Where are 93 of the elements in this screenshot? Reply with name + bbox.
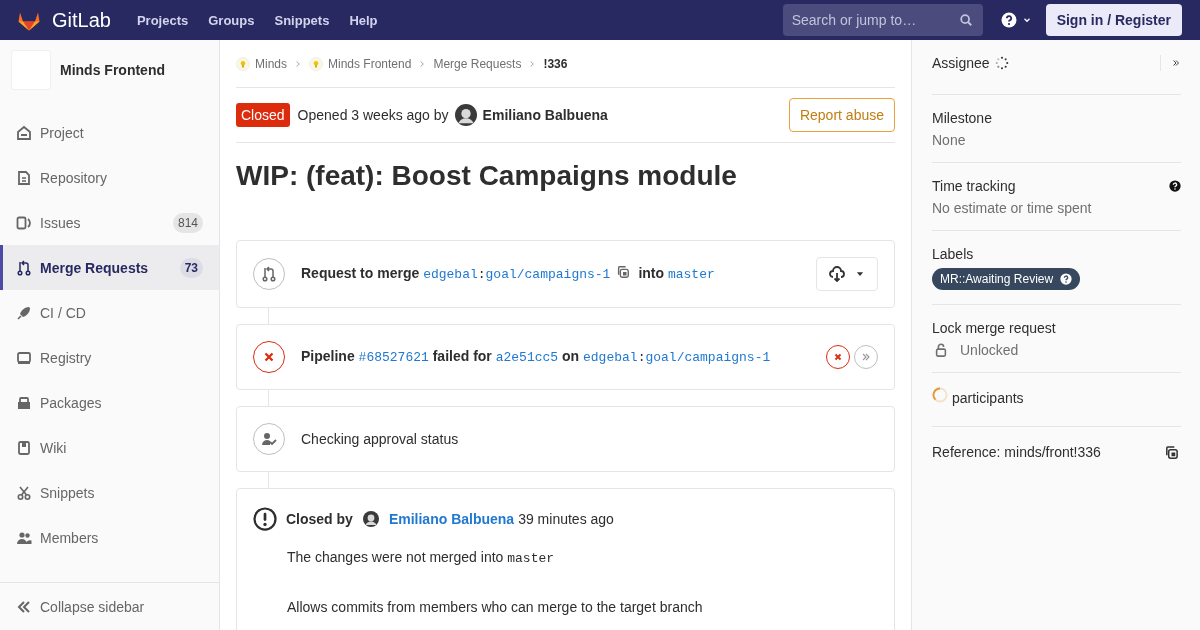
nav-link[interactable]: Groups (208, 12, 255, 28)
scissors-icon (16, 484, 32, 501)
nav-link[interactable]: Projects (136, 12, 189, 28)
help-icon (1060, 273, 1073, 285)
section-title: Time tracking (932, 178, 1016, 194)
pipeline-status-text: Pipeline #68527621 failed for a2e51cc5 on edgebal:goal/campaigns-1 (301, 347, 772, 367)
merge-request-icon (16, 259, 32, 276)
count-badge: 73 (179, 257, 203, 278)
sidebar-item[interactable]: Wiki (0, 425, 219, 470)
sidebar-item[interactable]: Members (0, 515, 219, 560)
breadcrumb-link[interactable]: Minds (255, 56, 287, 71)
help-icon[interactable] (1169, 180, 1181, 192)
note-detail: Allows commits from members who can merge to the target branch (287, 599, 704, 615)
rocket-icon (16, 304, 32, 321)
merge-request-title: WIP: (feat): Boost Campaigns module (236, 160, 738, 192)
cross-icon (833, 352, 843, 362)
section-title: Labels (932, 246, 974, 262)
section-value: No estimate or time spent (932, 200, 1093, 216)
group-avatar-icon (309, 56, 323, 71)
note-message: The changes were not merged into master (287, 548, 556, 568)
merge-info-text: Request to merge edgebal:goal/campaigns-1 into master (301, 264, 716, 284)
sidebar-item[interactable]: Issues 814 (0, 200, 219, 245)
participants-label: participants (952, 390, 1024, 406)
book-icon (16, 439, 32, 456)
download-dropdown-button[interactable] (816, 257, 878, 291)
code-link[interactable]: #68527621 (358, 350, 429, 365)
document-icon (16, 169, 32, 186)
group-avatar-icon (236, 56, 250, 71)
breadcrumb-current[interactable]: !336 (543, 56, 568, 71)
code-link[interactable]: master (667, 267, 715, 282)
status-badge: Closed (236, 103, 290, 127)
sidebar-item[interactable]: CI / CD (0, 290, 219, 335)
note-time: 39 minutes ago (518, 511, 614, 527)
gitlab-wordmark[interactable]: GitLab (52, 8, 111, 32)
count-badge: 814 (172, 212, 203, 233)
merge-branches-icon (261, 266, 277, 282)
double-chevron-left-icon (16, 598, 32, 615)
section-value: None (932, 132, 967, 148)
issues-icon (16, 214, 32, 231)
package-icon (16, 394, 32, 411)
breadcrumb-link[interactable]: Minds Frontend (328, 56, 412, 71)
sidebar-item[interactable]: Packages (0, 380, 219, 425)
section-title: Assignee (932, 55, 990, 71)
scoped-label[interactable]: MR::Awaiting Review (932, 268, 1081, 290)
closed-by-label: Closed by (286, 511, 353, 527)
approval-status-text: Checking approval status (301, 430, 460, 449)
code-link[interactable]: goal/campaigns-1 (645, 350, 771, 365)
pipeline-status-icon[interactable] (253, 341, 285, 373)
help-icon (1000, 12, 1017, 28)
avatar-silhouette-icon (362, 511, 379, 527)
sign-in-button[interactable]: Sign in / Register (1045, 4, 1182, 36)
report-abuse-button[interactable]: Report abuse (788, 98, 895, 132)
section-title: Lock merge request (932, 320, 1056, 336)
copy-icon[interactable] (1164, 444, 1179, 460)
lock-status: Unlocked (960, 342, 1019, 358)
section-title: Milestone (932, 110, 992, 126)
unlocked-padlock-icon (934, 343, 948, 357)
collapse-sidebar-button[interactable] (1160, 55, 1181, 71)
author-link[interactable]: Emiliano Balbuena (388, 511, 515, 527)
code-link[interactable]: goal/campaigns-1 (485, 267, 611, 282)
opened-text: Opened 3 weeks ago by (297, 107, 449, 123)
sidebar-item[interactable]: Registry (0, 335, 219, 380)
cross-icon (262, 350, 276, 364)
double-chevron-right-icon (1171, 58, 1181, 68)
code-link[interactable]: edgebal (583, 350, 638, 365)
monitor-icon (16, 349, 32, 366)
collapse-sidebar-button[interactable]: Collapse sidebar (0, 582, 219, 630)
avatar-silhouette-icon (454, 104, 477, 126)
reference-text: Reference: minds/front!336 (932, 444, 1101, 460)
stage-status-button[interactable] (826, 345, 850, 369)
exclamation-circle-icon (253, 507, 277, 531)
sidebar-item[interactable]: Repository (0, 155, 219, 200)
loading-spinner-icon (994, 56, 1009, 70)
project-name[interactable]: Minds Frontend (60, 62, 165, 78)
nav-link[interactable]: Snippets (274, 12, 330, 28)
nav-link[interactable]: Help (349, 12, 378, 28)
author-link[interactable]: Emiliano Balbuena (482, 107, 608, 123)
double-chevron-right-icon (860, 351, 872, 363)
cloud-download-icon (829, 266, 845, 282)
loading-spinner-icon (932, 387, 948, 403)
search-icon (958, 13, 973, 27)
home-icon (16, 124, 32, 141)
code-link[interactable]: a2e51cc5 (495, 350, 559, 365)
search-field[interactable]: Search or jump to… (782, 4, 983, 36)
sidebar-item[interactable]: Snippets (0, 470, 219, 515)
sidebar-item[interactable]: Project (0, 110, 219, 155)
sidebar-item[interactable]: Merge Requests 73 (0, 245, 219, 290)
person-check-icon (261, 431, 277, 447)
breadcrumb-link[interactable]: Merge Requests (433, 56, 522, 71)
help-menu-button[interactable] (1000, 12, 1032, 28)
copy-icon[interactable] (616, 265, 631, 279)
code-link[interactable]: edgebal (423, 267, 478, 282)
people-icon (16, 529, 32, 546)
